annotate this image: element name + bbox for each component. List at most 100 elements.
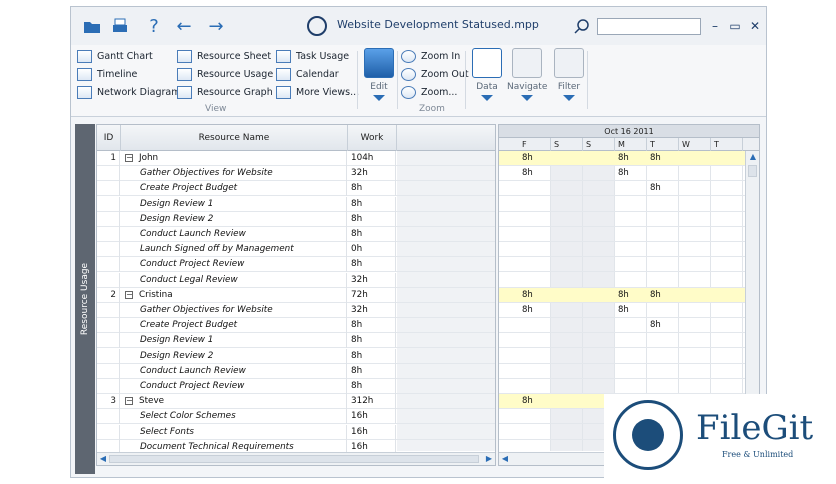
cell-work[interactable]: 8h	[348, 211, 396, 227]
assignment-row[interactable]: Design Review 1 8h	[97, 333, 495, 349]
zoom-in-button[interactable]: Zoom In	[401, 48, 460, 64]
cell-resource-name[interactable]: − Cristina	[121, 287, 347, 303]
forward-arrow-icon[interactable]: →	[205, 16, 227, 37]
more-views-button[interactable]: More Views...	[276, 84, 359, 100]
cell-resource-name[interactable]: Create Project Budget	[121, 181, 347, 197]
cell-resource-name[interactable]: Design Review 2	[121, 348, 347, 364]
cell-resource-name[interactable]: Gather Objectives for Website	[121, 166, 347, 182]
assignment-row[interactable]: Design Review 2 8h	[97, 211, 495, 227]
cell-resource-name[interactable]: Conduct Launch Review	[121, 227, 347, 242]
assignment-row[interactable]: Conduct Launch Review 8h	[97, 363, 495, 379]
zoom-out-button[interactable]: Zoom Out	[401, 66, 469, 82]
cell-resource-name[interactable]: Design Review 2	[121, 211, 347, 227]
column-header-resource-name[interactable]: Resource Name	[121, 125, 348, 151]
cell-work[interactable]: 8h	[348, 379, 396, 394]
cell-work[interactable]: 8h	[348, 257, 396, 273]
timeline-button[interactable]: Timeline	[77, 66, 137, 82]
cell-resource-name[interactable]: Select Color Schemes	[121, 409, 347, 425]
work-value[interactable]: 8h	[618, 288, 629, 303]
cell-work[interactable]: 16h	[348, 424, 396, 440]
work-value[interactable]: 8h	[522, 303, 533, 318]
cell-work[interactable]: 32h	[348, 303, 396, 318]
cell-resource-name[interactable]: Select Fonts	[121, 424, 347, 440]
assignment-row[interactable]: Design Review 2 8h	[97, 348, 495, 364]
resource-row[interactable]: 2− Cristina 72h	[97, 287, 495, 303]
cell-work[interactable]: 8h	[348, 318, 396, 334]
scroll-left-icon[interactable]: ◀	[98, 454, 108, 464]
work-value[interactable]: 8h	[618, 151, 629, 166]
filter-button[interactable]: Filter	[549, 48, 589, 110]
scroll-left-icon[interactable]: ◀	[500, 454, 510, 464]
cell-resource-name[interactable]: Conduct Legal Review	[121, 272, 347, 288]
column-header-id[interactable]: ID	[97, 125, 121, 151]
work-value[interactable]: 8h	[650, 181, 661, 196]
cell-resource-name[interactable]: − Steve	[121, 394, 347, 410]
collapse-icon[interactable]: −	[125, 397, 133, 406]
restore-button[interactable]: ▭	[727, 18, 743, 34]
resource-graph-button[interactable]: Resource Graph	[177, 84, 273, 100]
cell-work[interactable]: 8h	[348, 196, 396, 212]
assignment-row[interactable]: Gather Objectives for Website 32h	[97, 303, 495, 318]
close-button[interactable]: ✕	[747, 18, 763, 34]
cell-resource-name[interactable]: − John	[121, 151, 347, 166]
collapse-icon[interactable]: −	[125, 290, 133, 299]
resource-usage-button[interactable]: Resource Usage	[177, 66, 273, 82]
cell-resource-name[interactable]: Conduct Project Review	[121, 257, 347, 273]
cell-resource-name[interactable]: Design Review 1	[121, 333, 347, 349]
assignment-row[interactable]: Launch Signed off by Management 0h	[97, 242, 495, 258]
work-value[interactable]: 8h	[650, 151, 661, 166]
cell-work[interactable]: 32h	[348, 166, 396, 182]
back-arrow-icon[interactable]: ←	[173, 16, 195, 37]
search-icon[interactable]	[571, 16, 593, 36]
assignment-row[interactable]: Select Color Schemes 16h	[97, 409, 495, 425]
data-button[interactable]: Data	[467, 48, 507, 110]
cell-work[interactable]: 8h	[348, 363, 396, 379]
assignment-row[interactable]: Create Project Budget 8h	[97, 181, 495, 197]
resource-sheet-button[interactable]: Resource Sheet	[177, 48, 271, 64]
work-value[interactable]: 8h	[650, 288, 661, 303]
network-diagram-button[interactable]: Network Diagram	[77, 84, 180, 100]
help-icon[interactable]: ?	[143, 16, 165, 37]
cell-work[interactable]: 104h	[348, 151, 396, 166]
scroll-right-icon[interactable]: ▶	[484, 454, 494, 464]
navigate-button[interactable]: Navigate	[507, 48, 547, 110]
cell-work[interactable]: 0h	[348, 242, 396, 258]
calendar-button[interactable]: Calendar	[276, 66, 339, 82]
cell-work[interactable]: 8h	[348, 333, 396, 349]
cell-resource-name[interactable]: Design Review 1	[121, 196, 347, 212]
minimize-button[interactable]: –	[707, 18, 723, 34]
assignment-row[interactable]: Conduct Launch Review 8h	[97, 227, 495, 242]
edit-button[interactable]: Edit	[359, 48, 399, 110]
column-header-work[interactable]: Work	[348, 125, 397, 151]
work-value[interactable]: 8h	[522, 288, 533, 303]
cell-work[interactable]: 72h	[348, 287, 396, 303]
assignment-row[interactable]: Conduct Project Review 8h	[97, 257, 495, 273]
assignment-row[interactable]: Design Review 1 8h	[97, 196, 495, 212]
task-usage-button[interactable]: Task Usage	[276, 48, 349, 64]
gantt-chart-button[interactable]: Gantt Chart	[77, 48, 153, 64]
scrollbar-thumb[interactable]	[109, 455, 479, 463]
work-value[interactable]: 8h	[522, 394, 533, 409]
cell-work[interactable]: 8h	[348, 181, 396, 197]
cell-work[interactable]: 8h	[348, 348, 396, 364]
scroll-up-icon[interactable]: ▲	[748, 152, 758, 162]
assignment-row[interactable]: Select Fonts 16h	[97, 424, 495, 440]
cell-resource-name[interactable]: Conduct Launch Review	[121, 363, 347, 379]
print-icon[interactable]	[109, 16, 131, 36]
assignment-row[interactable]: Gather Objectives for Website 32h	[97, 166, 495, 182]
work-value[interactable]: 8h	[618, 303, 629, 318]
horizontal-scrollbar[interactable]: ◀ ▶	[97, 452, 495, 465]
cell-resource-name[interactable]: Conduct Project Review	[121, 379, 347, 394]
scrollbar-thumb[interactable]	[748, 165, 757, 177]
work-value[interactable]: 8h	[618, 166, 629, 181]
resource-row[interactable]: 1− John 104h	[97, 151, 495, 166]
cell-resource-name[interactable]: Gather Objectives for Website	[121, 303, 347, 318]
cell-resource-name[interactable]: Create Project Budget	[121, 318, 347, 334]
zoom-button[interactable]: Zoom...	[401, 84, 457, 100]
cell-resource-name[interactable]: Launch Signed off by Management	[121, 242, 347, 258]
assignment-row[interactable]: Conduct Legal Review 32h	[97, 272, 495, 288]
work-value[interactable]: 8h	[522, 166, 533, 181]
open-folder-icon[interactable]	[81, 16, 103, 36]
assignment-row[interactable]: Create Project Budget 8h	[97, 318, 495, 334]
cell-work[interactable]: 32h	[348, 272, 396, 288]
